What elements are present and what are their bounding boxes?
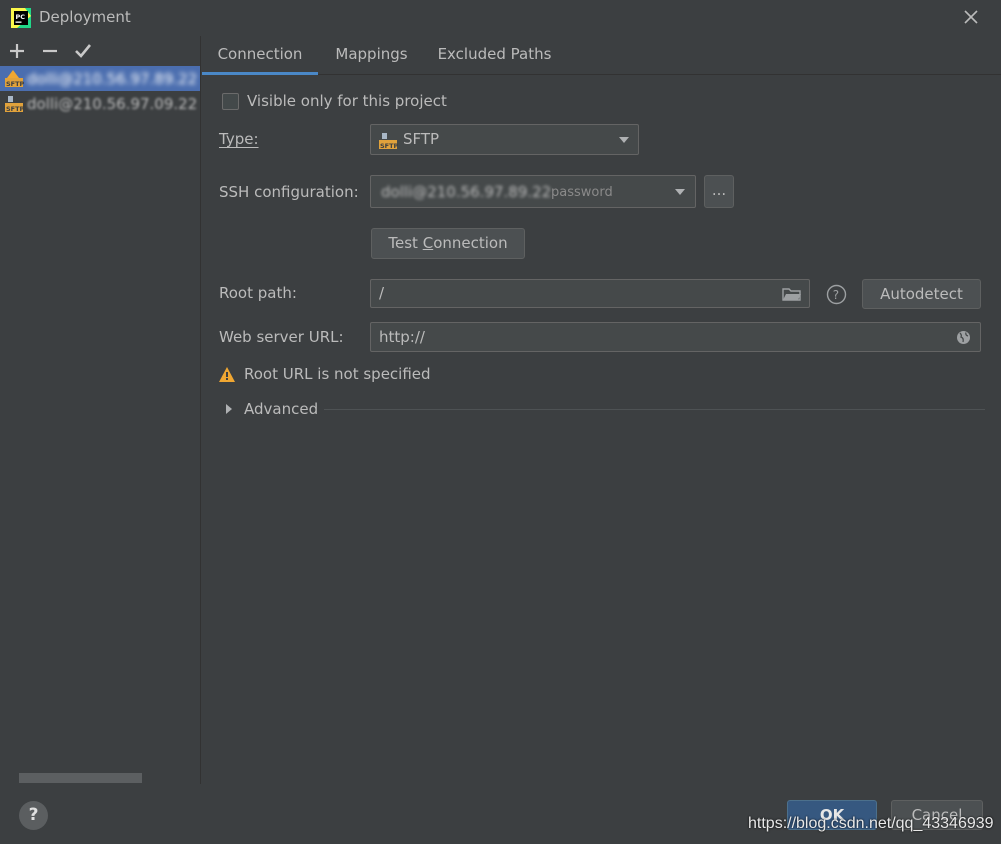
- web-server-url-label: Web server URL:: [219, 328, 344, 346]
- server-sidebar: SFTP dolli@210.56.97.89.22 SFTP dolli@21…: [0, 36, 201, 784]
- ssh-config-select[interactable]: dolli@210.56.97.89.22 password: [370, 175, 696, 208]
- ssh-auth-type: password: [551, 185, 613, 200]
- visible-only-checkbox[interactable]: [222, 93, 239, 110]
- warning-text: Root URL is not specified: [244, 365, 431, 383]
- warning-icon: [219, 366, 235, 382]
- web-server-url-value: http://: [379, 328, 425, 346]
- window-title: Deployment: [39, 8, 131, 26]
- help-button[interactable]: ?: [19, 801, 48, 830]
- svg-text:SFTP: SFTP: [6, 80, 24, 88]
- server-name: dolli@210.56.97.09.22 p: [27, 94, 200, 113]
- svg-text:?: ?: [833, 288, 839, 302]
- connection-panel: Visible only for this project Type: SFTP…: [202, 76, 1001, 784]
- visible-only-label: Visible only for this project: [247, 92, 447, 110]
- type-value: SFTP: [403, 130, 440, 148]
- help-icon[interactable]: ?: [826, 284, 847, 305]
- pycharm-app-icon: PC: [11, 8, 31, 28]
- remove-icon[interactable]: [40, 41, 60, 61]
- ssh-config-value: dolli@210.56.97.89.22: [381, 183, 552, 201]
- horizontal-scrollbar[interactable]: [19, 773, 142, 783]
- sftp-icon: SFTP: [379, 133, 398, 150]
- ssh-config-label: SSH configuration:: [219, 183, 359, 201]
- test-connection-button[interactable]: Test Connection: [371, 228, 525, 259]
- server-name: dolli@210.56.97.89.22: [27, 69, 198, 88]
- tab-excluded-paths[interactable]: Excluded Paths: [431, 36, 558, 75]
- tab-connection[interactable]: Connection: [202, 36, 318, 75]
- svg-text:SFTP: SFTP: [380, 142, 398, 150]
- tab-bar: Connection Mappings Excluded Paths: [202, 36, 1001, 75]
- tab-mappings[interactable]: Mappings: [323, 36, 420, 75]
- autodetect-button[interactable]: Autodetect: [862, 279, 981, 309]
- svg-text:PC: PC: [16, 13, 26, 21]
- close-icon[interactable]: [960, 6, 982, 28]
- server-list: SFTP dolli@210.56.97.89.22 SFTP dolli@21…: [0, 66, 200, 116]
- expand-arrow-icon[interactable]: [226, 404, 232, 414]
- dialog-footer: ? OK Cancel https://blog.csdn.net/qq_433…: [0, 784, 1001, 844]
- warning-message: Root URL is not specified: [218, 363, 431, 385]
- advanced-separator: [324, 409, 985, 410]
- advanced-toggle[interactable]: Advanced: [244, 400, 318, 418]
- title-bar: PC Deployment: [0, 0, 1001, 36]
- root-path-value: /: [379, 284, 385, 302]
- sftp-icon: SFTP: [5, 95, 24, 113]
- web-server-url-input[interactable]: http://: [370, 322, 981, 352]
- folder-icon[interactable]: [782, 286, 802, 302]
- root-path-input[interactable]: /: [370, 279, 810, 308]
- ssh-config-browse-button[interactable]: ...: [704, 175, 734, 208]
- check-icon[interactable]: [73, 41, 93, 61]
- globe-icon[interactable]: [956, 330, 971, 345]
- server-item-2[interactable]: SFTP dolli@210.56.97.09.22 p: [0, 91, 200, 116]
- watermark-text: https://blog.csdn.net/qq_43346939: [748, 815, 994, 832]
- chevron-down-icon: [619, 137, 629, 143]
- root-path-label: Root path:: [219, 284, 297, 302]
- type-select[interactable]: SFTP SFTP: [370, 124, 639, 155]
- add-icon[interactable]: [7, 41, 27, 61]
- sftp-warning-icon: SFTP: [5, 69, 24, 88]
- type-label: Type:: [219, 130, 259, 148]
- chevron-down-icon: [675, 189, 685, 195]
- svg-text:SFTP: SFTP: [6, 105, 24, 113]
- server-item-1[interactable]: SFTP dolli@210.56.97.89.22: [0, 66, 200, 91]
